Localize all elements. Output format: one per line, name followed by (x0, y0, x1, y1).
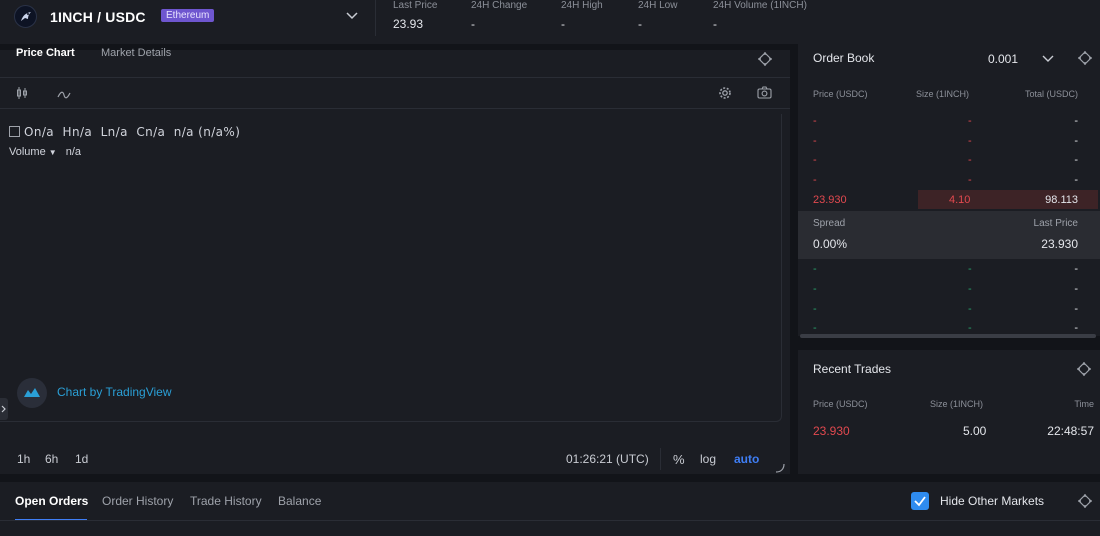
column-header-size: Size (1INCH) (916, 89, 970, 99)
chain-badge: Ethereum (161, 9, 215, 22)
bid-row[interactable]: - - - (798, 299, 1100, 319)
utc-clock: 01:26:21 (UTC) (566, 452, 649, 466)
recent-trades-panel: Recent Trades Price (USDC) Size (1INCH) … (798, 350, 1100, 474)
column-header-price: Price (USDC) (813, 89, 868, 99)
drag-handle-icon[interactable] (1078, 51, 1092, 70)
tab-market-details[interactable]: Market Details (101, 47, 171, 59)
trade-row: 23.930 5.00 22:48:57 (813, 424, 1094, 438)
tab-trade-history[interactable]: Trade History (190, 494, 262, 508)
volume-legend: Volume ▼ n/a (9, 146, 82, 158)
hide-other-markets-checkbox[interactable] (911, 492, 929, 510)
ask-row[interactable]: - - - (798, 170, 1100, 190)
column-header-price: Price (USDC) (813, 399, 868, 409)
timeframe-1h[interactable]: 1h (17, 452, 30, 466)
ask-row[interactable]: - - - (798, 150, 1100, 170)
order-book-panel: Order Book 0.001 Price (USDC) Size (1INC… (798, 44, 1100, 336)
spread-value: 0.00% (813, 237, 848, 251)
column-header-size: Size (1INCH) (930, 399, 984, 409)
divider (0, 108, 790, 109)
stat-24h-high: 24H High - (561, 0, 603, 31)
bid-row[interactable]: - - - (798, 259, 1100, 279)
spread-label: Spread (813, 218, 846, 229)
divider (0, 520, 1100, 521)
ohlc-legend: On/a Hn/a Ln/a Cn/a n/a (n/a%) (9, 125, 240, 139)
camera-icon[interactable] (757, 86, 772, 104)
chart-plot-area[interactable] (0, 114, 782, 422)
drag-handle-icon[interactable] (1077, 362, 1091, 381)
tab-price-chart[interactable]: Price Chart (16, 47, 75, 59)
recent-trades-title: Recent Trades (813, 362, 892, 376)
order-book-title: Order Book (813, 51, 875, 65)
divider (0, 77, 790, 78)
divider (660, 448, 661, 470)
percent-scale-toggle[interactable]: % (673, 452, 685, 467)
market-header: 1INCH / USDC Ethereum Last Price 23.93 2… (0, 0, 1100, 44)
caret-down-icon[interactable]: ▼ (49, 148, 57, 157)
timeframe-1d[interactable]: 1d (75, 452, 88, 466)
collapse-legend-icon[interactable] (9, 126, 20, 137)
drag-handle-icon[interactable] (758, 52, 772, 71)
candles-icon[interactable] (16, 86, 28, 105)
market-pair: 1INCH / USDC (50, 9, 146, 25)
stat-24h-low: 24H Low - (638, 0, 678, 31)
gear-icon[interactable] (718, 86, 732, 105)
precision-select[interactable]: 0.001 (988, 52, 1018, 66)
last-price-label: Last Price (1033, 218, 1078, 229)
log-scale-toggle[interactable]: log (700, 452, 716, 466)
tradingview-attribution[interactable]: Chart by TradingView (57, 385, 172, 399)
bid-row[interactable]: - - - (798, 279, 1100, 299)
tab-order-history[interactable]: Order History (102, 494, 173, 508)
orders-panel: Open Orders Order History Trade History … (0, 482, 1100, 536)
tab-balance[interactable]: Balance (278, 494, 321, 508)
ask-row[interactable]: - - - (798, 111, 1100, 131)
market-selector-chevron-icon[interactable] (345, 9, 359, 28)
token-logo-icon (14, 5, 37, 28)
stat-24h-volume: 24H Volume (1INCH) - (713, 0, 807, 31)
stat-last-price: Last Price 23.93 (393, 0, 438, 31)
hide-other-markets-label[interactable]: Hide Other Markets (940, 494, 1044, 508)
auto-scale-toggle[interactable]: auto (734, 452, 759, 466)
column-header-time: Time (1074, 399, 1094, 409)
divider (375, 0, 376, 36)
last-price-value: 23.930 (1041, 237, 1078, 251)
timeframe-6h[interactable]: 6h (45, 452, 58, 466)
ask-row[interactable]: 23.930 4.10 98.113 (798, 190, 1100, 210)
resize-handle-icon[interactable] (775, 460, 785, 478)
ask-row[interactable]: - - - (798, 131, 1100, 151)
column-header-total: Total (USDC) (1024, 89, 1078, 99)
chevron-down-icon[interactable] (1041, 52, 1055, 70)
spread-summary: Spread Last Price 0.00% 23.930 (798, 211, 1100, 259)
expand-toolbar-handle[interactable] (0, 398, 8, 420)
stat-24h-change: 24H Change - (471, 0, 528, 31)
drag-handle-icon[interactable] (1078, 494, 1092, 513)
tradingview-logo-icon[interactable] (17, 378, 47, 408)
order-book-scrollbar[interactable] (800, 334, 1096, 338)
indicators-icon[interactable] (57, 87, 71, 105)
tab-open-orders[interactable]: Open Orders (15, 494, 88, 508)
